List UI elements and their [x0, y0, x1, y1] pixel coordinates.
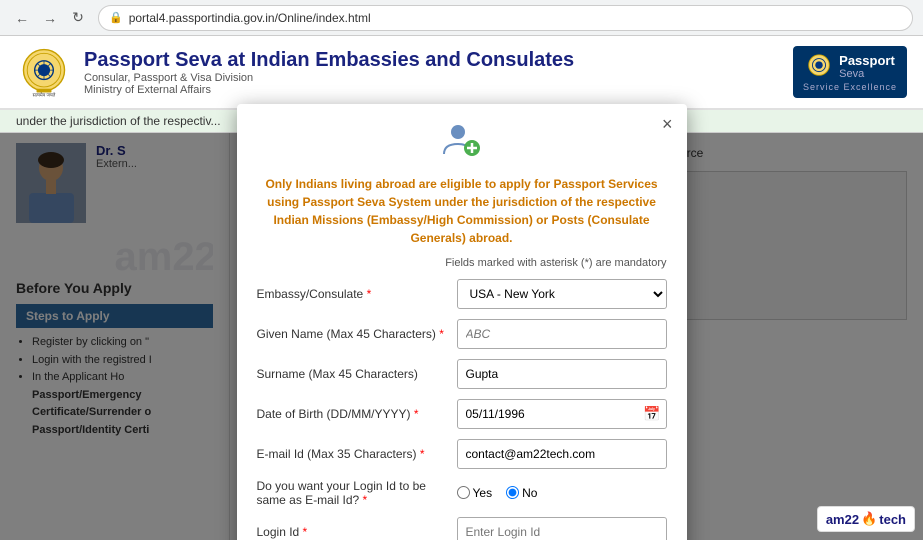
email-input[interactable] — [457, 439, 667, 469]
given-name-input[interactable] — [457, 319, 667, 349]
given-name-row: Given Name (Max 45 Characters) * — [257, 319, 667, 349]
dob-input[interactable] — [457, 399, 667, 429]
email-row: E-mail Id (Max 35 Characters) * — [257, 439, 667, 469]
logo-sub: Seva — [839, 68, 895, 80]
modal-dialog: × Only Indians living abroad are eligibl… — [237, 104, 687, 540]
site-title: Passport Seva at Indian Embassies and Co… — [84, 49, 574, 72]
dob-label: Date of Birth (DD/MM/YYYY) * — [257, 407, 447, 421]
modal-warning-text: Only Indians living abroad are eligible … — [257, 175, 667, 247]
radio-yes-input[interactable] — [457, 486, 470, 499]
logo-top: Passport Seva — [805, 52, 895, 80]
embassy-required: * — [367, 287, 372, 301]
url-text: portal4.passportindia.gov.in/Online/inde… — [129, 11, 371, 25]
refresh-button[interactable]: ↻ — [66, 6, 90, 30]
dob-input-wrapper: 📅 — [457, 399, 667, 429]
login-id-required: * — [303, 525, 308, 539]
passport-seva-logo: Passport Seva Service Excellence — [793, 46, 907, 98]
page-content: सत्यमेव जयते Passport Seva at Indian Emb… — [0, 36, 923, 540]
email-required: * — [420, 447, 425, 461]
radio-yes-option[interactable]: Yes — [457, 486, 493, 500]
email-label: E-mail Id (Max 35 Characters) * — [257, 447, 447, 461]
embassy-select[interactable]: USA - New YorkUSA - ChicagoUSA - Houston… — [457, 279, 667, 309]
am22-text-blue: am22 — [826, 512, 859, 527]
header-text: Passport Seva at Indian Embassies and Co… — [84, 49, 574, 96]
banner-text: under the jurisdiction of the respectiv.… — [16, 114, 221, 128]
body-area: Dr. S Extern... am22tech.com Before You … — [0, 133, 923, 540]
browser-bar: ← → ↻ 🔒 portal4.passportindia.gov.in/Onl… — [0, 0, 923, 36]
dob-row: Date of Birth (DD/MM/YYYY) * 📅 — [257, 399, 667, 429]
embassy-label: Embassy/Consulate * — [257, 287, 447, 301]
header-left: सत्यमेव जयते Passport Seva at Indian Emb… — [16, 44, 574, 100]
am22tech-badge: am22🔥tech — [817, 506, 915, 532]
given-name-label: Given Name (Max 45 Characters) * — [257, 327, 447, 341]
calendar-icon[interactable]: 📅 — [643, 405, 660, 422]
logo-brand: Passport — [839, 53, 895, 68]
modal-close-button[interactable]: × — [662, 114, 673, 135]
logo-tagline: Service Excellence — [803, 82, 897, 92]
given-name-required: * — [439, 327, 444, 341]
logo-emblem-small — [805, 52, 833, 80]
svg-text:सत्यमेव जयते: सत्यमेव जयते — [33, 91, 56, 97]
surname-input[interactable] — [457, 359, 667, 389]
radio-yes-label: Yes — [473, 486, 493, 500]
back-button[interactable]: ← — [10, 6, 34, 30]
radio-no-label: No — [522, 486, 537, 500]
subtitle2: Ministry of External Affairs — [84, 84, 574, 96]
subtitle1: Consular, Passport & Visa Division — [84, 72, 574, 84]
login-id-label: Login Id * — [257, 525, 447, 539]
dob-required: * — [414, 407, 419, 421]
am22-text-end: tech — [879, 512, 906, 527]
login-id-row: Login Id * — [257, 517, 667, 540]
modal-overlay[interactable]: × Only Indians living abroad are eligibl… — [0, 133, 923, 540]
radio-no-option[interactable]: No — [506, 486, 537, 500]
modal-icon — [257, 120, 667, 167]
embassy-row: Embassy/Consulate * USA - New YorkUSA - … — [257, 279, 667, 309]
same-email-label: Do you want your Login Id to be same as … — [257, 479, 447, 507]
site-header: सत्यमेव जयते Passport Seva at Indian Emb… — [0, 36, 923, 110]
same-email-required: * — [363, 493, 368, 507]
forward-button[interactable]: → — [38, 6, 62, 30]
lock-icon: 🔒 — [109, 11, 123, 24]
same-email-row: Do you want your Login Id to be same as … — [257, 479, 667, 507]
surname-row: Surname (Max 45 Characters) — [257, 359, 667, 389]
nav-buttons[interactable]: ← → ↻ — [10, 6, 90, 30]
logo-text-group: Passport Seva — [839, 53, 895, 80]
same-email-radio-group: Yes No — [457, 486, 667, 500]
am22-fire-icon: 🔥 — [861, 511, 877, 527]
login-id-input[interactable] — [457, 517, 667, 540]
radio-no-input[interactable] — [506, 486, 519, 499]
india-emblem: सत्यमेव जयते — [16, 44, 72, 100]
modal-mandatory-note: Fields marked with asterisk (*) are mand… — [257, 257, 667, 269]
address-bar[interactable]: 🔒 portal4.passportindia.gov.in/Online/in… — [98, 5, 913, 31]
surname-label: Surname (Max 45 Characters) — [257, 367, 447, 381]
